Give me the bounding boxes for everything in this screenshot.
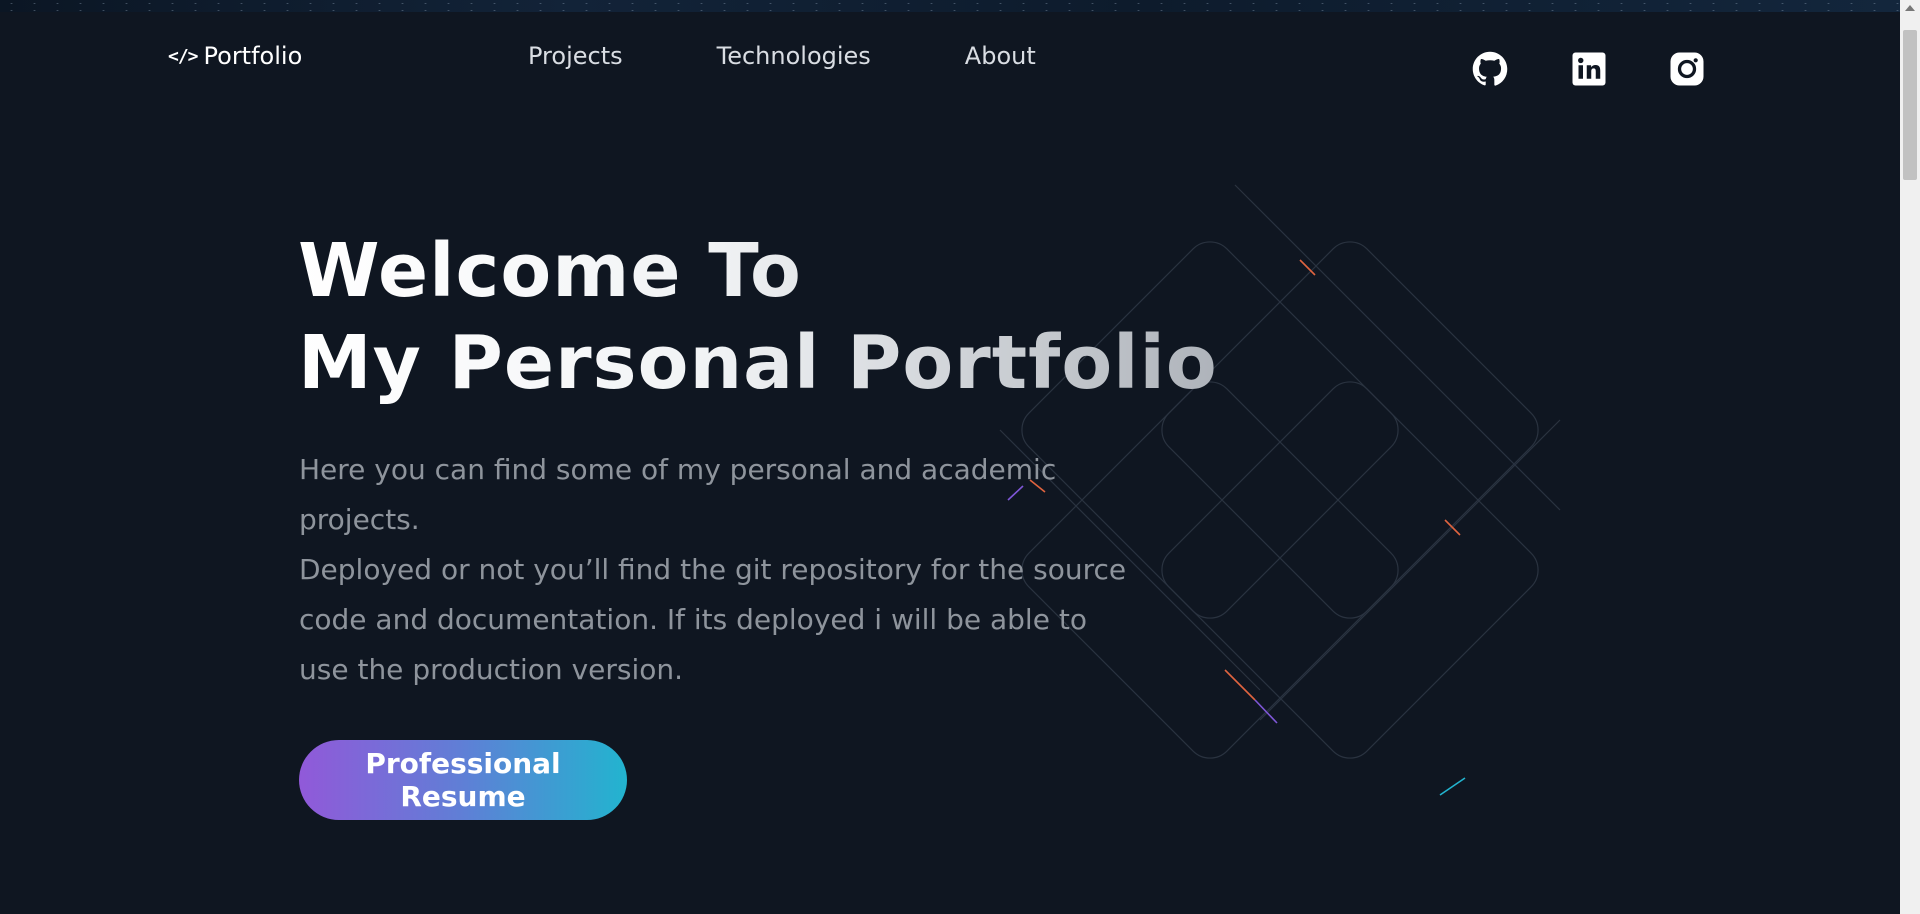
scrollbar-thumb[interactable] bbox=[1903, 30, 1917, 180]
hero-description-paragraph-1: Here you can find some of my personal an… bbox=[299, 453, 1057, 536]
hero-title-line-2: My Personal Portfolio bbox=[298, 320, 1218, 406]
github-icon[interactable] bbox=[1471, 50, 1509, 88]
logo-text: Portfolio bbox=[203, 42, 303, 70]
hero-title-line-1: Welcome To bbox=[298, 228, 802, 314]
nav-link-technologies[interactable]: Technologies bbox=[717, 42, 871, 70]
hero-description-paragraph-2: Deployed or not you’ll find the git repo… bbox=[299, 553, 1127, 686]
top-navbar: </> Portfolio Projects Technologies Abou… bbox=[0, 12, 1900, 112]
nav-links: Projects Technologies About bbox=[528, 42, 1036, 70]
page-scrollbar[interactable] bbox=[1900, 0, 1920, 914]
nav-link-about[interactable]: About bbox=[965, 42, 1036, 70]
hero-description: Here you can find some of my personal an… bbox=[299, 445, 1139, 695]
starfield-banner bbox=[0, 0, 1900, 12]
portfolio-page: </> Portfolio Projects Technologies Abou… bbox=[0, 0, 1920, 914]
hero-title: Welcome To My Personal Portfolio bbox=[298, 225, 1218, 409]
instagram-icon[interactable] bbox=[1668, 50, 1706, 88]
nav-link-projects[interactable]: Projects bbox=[528, 42, 623, 70]
scroll-up-arrow-icon[interactable] bbox=[1905, 5, 1915, 11]
linkedin-icon[interactable] bbox=[1570, 50, 1608, 88]
site-logo[interactable]: </> Portfolio bbox=[168, 42, 302, 70]
professional-resume-button[interactable]: Professional Resume bbox=[299, 740, 627, 820]
code-brackets-icon: </> bbox=[168, 45, 198, 67]
